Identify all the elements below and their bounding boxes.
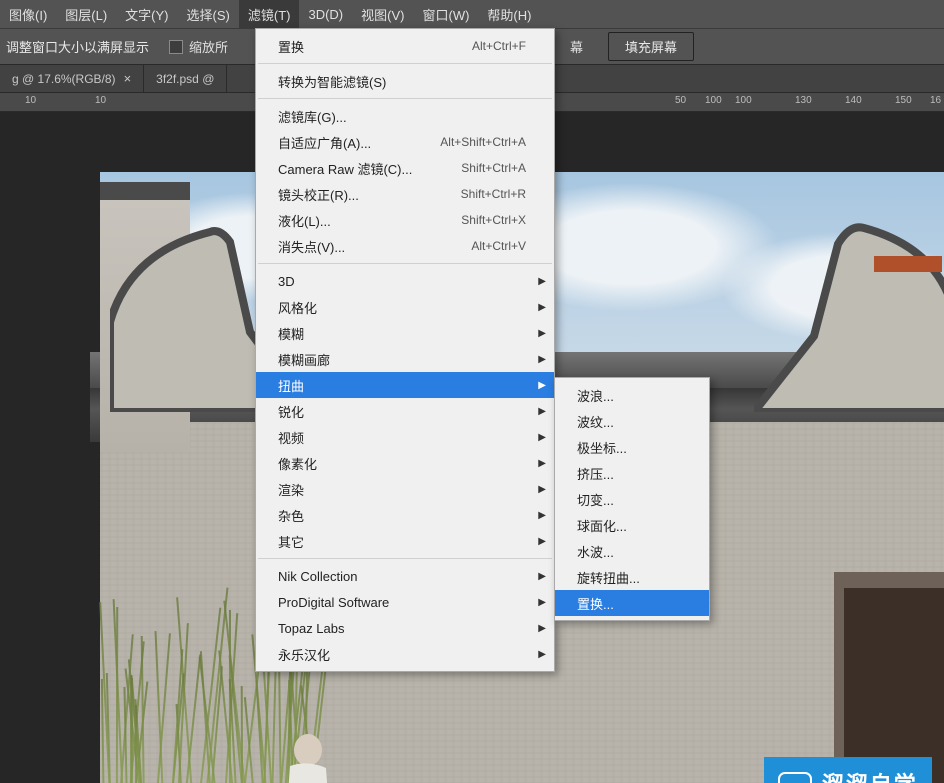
menu-item[interactable]: 3D▶ — [256, 268, 554, 294]
menu-item[interactable]: 扭曲▶ — [256, 372, 554, 398]
menu-item[interactable]: 挤压... — [555, 460, 709, 486]
menu-item[interactable]: 波浪... — [555, 382, 709, 408]
menu-item[interactable]: 模糊▶ — [256, 320, 554, 346]
menu-item[interactable]: ProDigital Software▶ — [256, 589, 554, 615]
menu-item[interactable]: 永乐汉化▶ — [256, 641, 554, 667]
menu-item[interactable]: 切变... — [555, 486, 709, 512]
document-tab[interactable]: g @ 17.6%(RGB/8)× — [0, 65, 144, 92]
distort-submenu: 波浪...波纹...极坐标...挤压...切变...球面化...水波...旋转扭… — [554, 377, 710, 621]
chevron-right-icon: ▶ — [538, 597, 546, 608]
menu-item[interactable]: 模糊画廊▶ — [256, 346, 554, 372]
menu-文字(Y)[interactable]: 文字(Y) — [116, 0, 177, 28]
chevron-right-icon: ▶ — [538, 406, 546, 417]
menu-item[interactable]: 球面化... — [555, 512, 709, 538]
menu-item[interactable]: Nik Collection▶ — [256, 563, 554, 589]
chevron-right-icon: ▶ — [538, 328, 546, 339]
menu-item[interactable]: 镜头校正(R)...Shift+Ctrl+R — [256, 181, 554, 207]
menu-item[interactable]: Topaz Labs▶ — [256, 615, 554, 641]
chevron-right-icon: ▶ — [538, 623, 546, 634]
chevron-right-icon: ▶ — [538, 484, 546, 495]
chevron-right-icon: ▶ — [538, 354, 546, 365]
zoom-all-checkbox[interactable] — [169, 40, 183, 54]
menu-item[interactable]: 波纹... — [555, 408, 709, 434]
menu-item[interactable]: 旋转扭曲... — [555, 564, 709, 590]
menu-item[interactable]: 自适应广角(A)...Alt+Shift+Ctrl+A — [256, 129, 554, 155]
play-icon: ▷ — [778, 772, 812, 783]
chevron-right-icon: ▶ — [538, 276, 546, 287]
menu-滤镜(T)[interactable]: 滤镜(T) — [239, 0, 300, 28]
menubar: 图像(I)图层(L)文字(Y)选择(S)滤镜(T)3D(D)视图(V)窗口(W)… — [0, 0, 944, 28]
chevron-right-icon: ▶ — [538, 302, 546, 313]
chevron-right-icon: ▶ — [538, 510, 546, 521]
menu-item[interactable]: 置换Alt+Ctrl+F — [256, 33, 554, 59]
person — [260, 732, 350, 783]
menu-item[interactable]: 渲染▶ — [256, 476, 554, 502]
menu-item[interactable]: 滤镜库(G)... — [256, 103, 554, 129]
menu-选择(S)[interactable]: 选择(S) — [178, 0, 239, 28]
menu-item[interactable]: 锐化▶ — [256, 398, 554, 424]
menu-item[interactable]: 消失点(V)...Alt+Ctrl+V — [256, 233, 554, 259]
menu-视图(V)[interactable]: 视图(V) — [352, 0, 413, 28]
document-tab[interactable]: 3f2f.psd @ — [144, 65, 227, 92]
menu-窗口(W)[interactable]: 窗口(W) — [413, 0, 478, 28]
fill-screen-button[interactable]: 填充屏幕 — [608, 32, 694, 61]
menu-item[interactable]: 极坐标... — [555, 434, 709, 460]
menu-item[interactable]: 置换... — [555, 590, 709, 616]
menu-item[interactable]: Camera Raw 滤镜(C)...Shift+Ctrl+A — [256, 155, 554, 181]
zoom-all-label: 缩放所 — [189, 37, 228, 56]
menu-item[interactable]: 视频▶ — [256, 424, 554, 450]
menu-图像(I)[interactable]: 图像(I) — [0, 0, 56, 28]
menu-帮助(H)[interactable]: 帮助(H) — [478, 0, 540, 28]
menu-3D(D)[interactable]: 3D(D) — [299, 0, 352, 28]
menu-item[interactable]: 其它▶ — [256, 528, 554, 554]
menu-item[interactable]: 转换为智能滤镜(S) — [256, 68, 554, 94]
watermark: ▷ 溜溜自学ZIXUE.3D66.COM — [764, 757, 932, 783]
close-icon[interactable]: × — [124, 71, 132, 86]
fill-label-partial: 幕 — [570, 37, 583, 56]
menu-item[interactable]: 杂色▶ — [256, 502, 554, 528]
fit-window-label: 调整窗口大小以满屏显示 — [6, 37, 149, 56]
chevron-right-icon: ▶ — [538, 536, 546, 547]
menu-item[interactable]: 像素化▶ — [256, 450, 554, 476]
menu-图层(L)[interactable]: 图层(L) — [56, 0, 116, 28]
chevron-right-icon: ▶ — [538, 432, 546, 443]
chevron-right-icon: ▶ — [538, 458, 546, 469]
menu-item[interactable]: 液化(L)...Shift+Ctrl+X — [256, 207, 554, 233]
watermark-main: 溜溜自学 — [822, 772, 918, 783]
chevron-right-icon: ▶ — [538, 571, 546, 582]
chevron-right-icon: ▶ — [538, 649, 546, 660]
chevron-right-icon: ▶ — [538, 380, 546, 391]
menu-item[interactable]: 水波... — [555, 538, 709, 564]
menu-item[interactable]: 风格化▶ — [256, 294, 554, 320]
filter-menu: 置换Alt+Ctrl+F 转换为智能滤镜(S) 滤镜库(G)...自适应广角(A).… — [255, 28, 555, 672]
